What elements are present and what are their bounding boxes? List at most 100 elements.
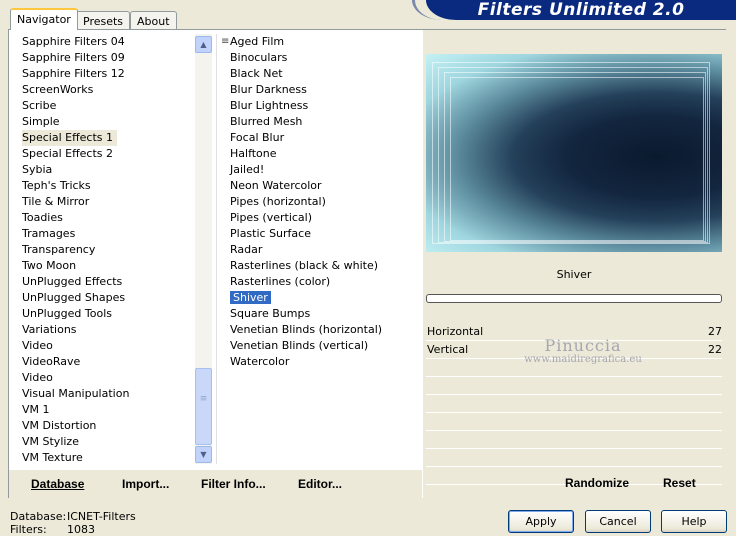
- cancel-button[interactable]: Cancel: [585, 510, 651, 533]
- filter-label: Venetian Blinds (horizontal): [230, 323, 383, 336]
- category-item[interactable]: VideoRave: [15, 354, 195, 370]
- category-label: Variations: [22, 323, 77, 336]
- database-value: ICNET-Filters: [67, 510, 136, 523]
- filter-label: Neon Watercolor: [230, 179, 322, 192]
- category-item[interactable]: Scribe: [15, 98, 195, 114]
- filter-item[interactable]: Venetian Blinds (vertical): [217, 338, 416, 354]
- filter-item[interactable]: Shiver: [217, 290, 416, 306]
- filter-item[interactable]: Blur Lightness: [217, 98, 416, 114]
- category-item[interactable]: Sapphire Filters 09: [15, 50, 195, 66]
- param-row-empty: [426, 395, 722, 413]
- category-scrollbar[interactable]: ▲ ≡ ▼: [195, 34, 212, 464]
- filter-label: Radar: [230, 243, 263, 256]
- category-label: Visual Manipulation: [22, 387, 130, 400]
- category-item[interactable]: Toadies: [15, 210, 195, 226]
- category-item[interactable]: Transparency: [15, 242, 195, 258]
- filter-label: Aged Film: [230, 35, 285, 48]
- category-label: Special Effects 2: [22, 147, 114, 160]
- category-label: Teph's Tricks: [22, 179, 91, 192]
- filter-item[interactable]: Binoculars: [217, 50, 416, 66]
- status-info: Database:ICNET-Filters Filters: 1083: [10, 510, 136, 536]
- filter-item[interactable]: Watercolor: [217, 354, 416, 370]
- database-label: Database:: [10, 510, 67, 523]
- category-label: Video: [22, 339, 53, 352]
- category-label: Two Moon: [22, 259, 77, 272]
- category-item[interactable]: ScreenWorks: [15, 82, 195, 98]
- scroll-down-arrow-icon[interactable]: ▼: [195, 446, 212, 463]
- param-value[interactable]: 27: [708, 323, 722, 341]
- category-item[interactable]: Teph's Tricks: [15, 178, 195, 194]
- category-item[interactable]: Video: [15, 338, 195, 354]
- watermark: Pinuccia www.maidiregrafica.eu: [503, 336, 663, 367]
- category-label: VideoRave: [22, 355, 81, 368]
- filter-item[interactable]: Halftone: [217, 146, 416, 162]
- category-item[interactable]: Sybia: [15, 162, 195, 178]
- filter-item[interactable]: Square Bumps: [217, 306, 416, 322]
- preview-image-box: [426, 54, 722, 252]
- category-label: Sybia: [22, 163, 53, 176]
- category-item[interactable]: Sapphire Filters 12: [15, 66, 195, 82]
- filter-item[interactable]: Blur Darkness: [217, 82, 416, 98]
- watermark-name: Pinuccia: [544, 336, 622, 355]
- filter-item[interactable]: Venetian Blinds (horizontal): [217, 322, 416, 338]
- filter-label: Blur Lightness: [230, 99, 309, 112]
- category-item[interactable]: VM Stylize: [15, 434, 195, 450]
- scroll-thumb[interactable]: ≡: [195, 368, 212, 445]
- filter-item[interactable]: Plastic Surface: [217, 226, 416, 242]
- param-value[interactable]: 22: [708, 341, 722, 359]
- category-item[interactable]: Sapphire Filters 04: [15, 34, 195, 50]
- category-label: ScreenWorks: [22, 83, 94, 96]
- category-item[interactable]: Special Effects 1: [15, 130, 195, 146]
- category-item[interactable]: Variations: [15, 322, 195, 338]
- category-item[interactable]: Video: [15, 370, 195, 386]
- category-item[interactable]: VM 1: [15, 402, 195, 418]
- category-item[interactable]: UnPlugged Shapes: [15, 290, 195, 306]
- category-item[interactable]: Simple: [15, 114, 195, 130]
- randomize-button[interactable]: Randomize: [565, 476, 629, 490]
- filter-item[interactable]: Pipes (horizontal): [217, 194, 416, 210]
- filter-item[interactable]: Neon Watercolor: [217, 178, 416, 194]
- category-label: VM Stylize: [22, 435, 79, 448]
- filter-item[interactable]: Jailed!: [217, 162, 416, 178]
- param-label: Horizontal: [427, 325, 484, 338]
- category-label: VM Distortion: [22, 419, 97, 432]
- category-item[interactable]: VM Distortion: [15, 418, 195, 434]
- scroll-up-arrow-icon[interactable]: ▲: [195, 36, 212, 53]
- tab-navigator[interactable]: Navigator: [10, 8, 78, 30]
- editor-button[interactable]: Editor...: [298, 477, 342, 491]
- category-item[interactable]: Special Effects 2: [15, 146, 195, 162]
- apply-button[interactable]: Apply: [508, 510, 574, 533]
- filter-item[interactable]: ≡ Aged Film: [217, 34, 416, 50]
- progress-bar: [426, 294, 722, 303]
- help-button[interactable]: Help: [661, 510, 727, 533]
- database-button[interactable]: Database: [31, 477, 84, 491]
- category-item[interactable]: Tramages: [15, 226, 195, 242]
- filter-item[interactable]: Focal Blur: [217, 130, 416, 146]
- filter-info-button[interactable]: Filter Info...: [201, 477, 266, 491]
- filter-item[interactable]: Rasterlines (color): [217, 274, 416, 290]
- category-item[interactable]: Visual Manipulation: [15, 386, 195, 402]
- filter-list[interactable]: ≡ Aged Film Binoculars Black Net Blur Darkne…: [216, 34, 416, 464]
- category-label: Transparency: [22, 243, 96, 256]
- category-item[interactable]: VM Texture: [15, 450, 195, 464]
- category-list[interactable]: Sapphire Filters 04 Sapphire Filters 09 Sa…: [15, 34, 195, 464]
- filter-item[interactable]: Blurred Mesh: [217, 114, 416, 130]
- param-row-empty: [426, 413, 722, 431]
- filter-item[interactable]: Black Net: [217, 66, 416, 82]
- category-item[interactable]: Two Moon: [15, 258, 195, 274]
- import-button[interactable]: Import...: [122, 477, 169, 491]
- tab-presets[interactable]: Presets: [76, 11, 131, 30]
- reset-button[interactable]: Reset: [663, 476, 696, 490]
- category-item[interactable]: UnPlugged Effects: [15, 274, 195, 290]
- category-label: UnPlugged Tools: [22, 307, 112, 320]
- filter-item[interactable]: Rasterlines (black & white): [217, 258, 416, 274]
- tab-about[interactable]: About: [130, 11, 177, 30]
- category-label: Toadies: [22, 211, 63, 224]
- filter-label: Watercolor: [230, 355, 290, 368]
- filter-item[interactable]: Pipes (vertical): [217, 210, 416, 226]
- category-item[interactable]: Tile & Mirror: [15, 194, 195, 210]
- filter-item[interactable]: Radar: [217, 242, 416, 258]
- category-label: Scribe: [22, 99, 57, 112]
- filter-label: Rasterlines (black & white): [230, 259, 379, 272]
- category-item[interactable]: UnPlugged Tools: [15, 306, 195, 322]
